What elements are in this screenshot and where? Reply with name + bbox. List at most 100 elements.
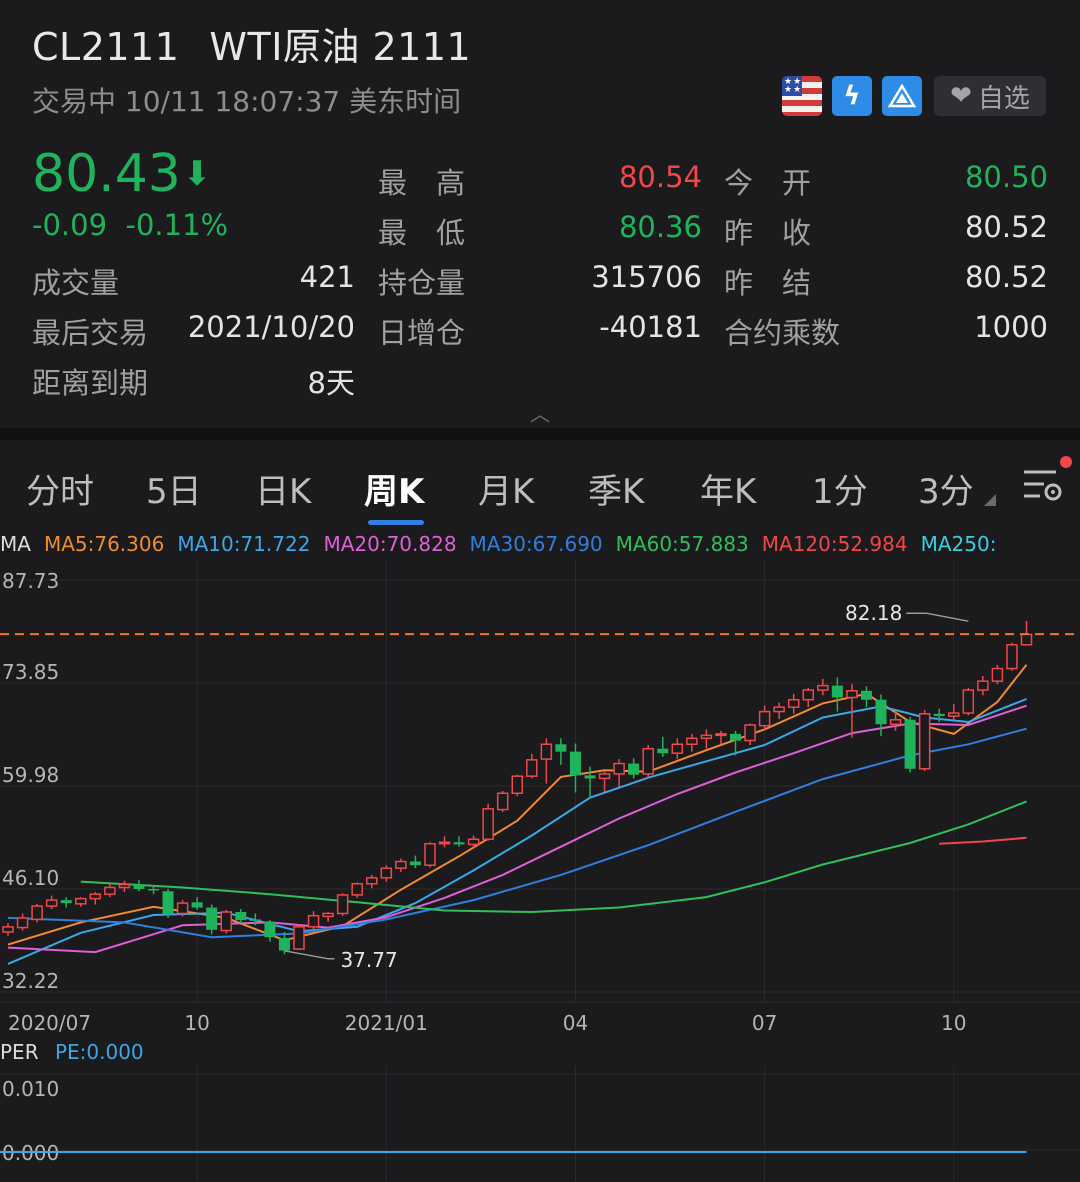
candle <box>438 836 451 848</box>
oi-change-label: 日增仓 <box>378 316 466 350</box>
candle-body <box>89 893 102 900</box>
candle-body <box>235 911 247 921</box>
open-label: 今 开 <box>724 166 812 200</box>
candle-body <box>162 891 174 915</box>
ma-legend-item: MA10:71.722 <box>177 532 311 556</box>
candle-body <box>104 886 116 895</box>
heart-icon: ❤ <box>950 81 972 111</box>
candle-body <box>889 719 902 725</box>
candle-body <box>918 713 931 770</box>
candle <box>395 858 407 872</box>
y-tick-label: 32.22 <box>2 969 59 993</box>
notification-dot <box>1060 456 1072 468</box>
ma-legend-item: MA5:76.306 <box>43 532 165 556</box>
price-change: -0.09 -0.11% <box>32 208 229 242</box>
candle-body <box>220 911 232 932</box>
x-tick-label: 07 <box>752 1011 777 1035</box>
candle <box>555 738 567 766</box>
x-tick-label: 04 <box>563 1011 588 1035</box>
ma-legend-item: MA20:70.828 <box>323 532 457 556</box>
candle <box>336 893 349 916</box>
candle-body <box>351 883 363 896</box>
candle <box>162 888 174 918</box>
period-tabs: 分时 5日 日K 周K 月K 季K 年K 1分 3分 <box>0 440 1080 532</box>
tab-intraday[interactable]: 分时 <box>26 464 94 513</box>
candle <box>773 702 785 720</box>
tab-quarterly-k[interactable]: 季K <box>588 464 644 513</box>
chart-settings-icon[interactable] <box>1020 462 1064 506</box>
prev-settle-value: 80.52 <box>964 260 1048 294</box>
candle <box>380 865 393 882</box>
candle <box>802 687 814 708</box>
candle <box>366 874 378 889</box>
candle <box>671 738 684 760</box>
candle-body <box>715 733 727 737</box>
candle-body <box>380 867 393 879</box>
prev-close-label: 昨 收 <box>724 216 812 250</box>
candle-body <box>831 685 843 698</box>
multiplier-label: 合约乘数 <box>724 316 841 350</box>
down-arrow-icon: ⬇ <box>182 154 212 194</box>
active-tab-indicator <box>368 520 424 525</box>
section-divider <box>0 428 1080 440</box>
candle-body <box>16 917 29 929</box>
open-interest-label: 持仓量 <box>378 266 466 300</box>
kline-chart[interactable]: 87.73 73.85 59.98 46.10 32.22 2020/07 10 2021/0… <box>0 560 1080 1040</box>
candle-body <box>118 883 131 889</box>
candle-body <box>366 877 378 885</box>
candle <box>962 687 975 716</box>
candle-body <box>555 744 567 752</box>
candle <box>744 723 756 745</box>
ma-legend-item: MA250: <box>920 532 997 556</box>
open-value: 80.50 <box>964 160 1048 194</box>
per-indicator-chart: 0.0100.000 <box>0 1066 1080 1182</box>
ma-legend-item: MA <box>0 532 31 556</box>
more-periods-icon[interactable] <box>984 494 996 506</box>
candle-body <box>496 792 509 811</box>
candle <box>700 729 713 749</box>
tab-yearly-k[interactable]: 年K <box>700 464 756 513</box>
tab-1min[interactable]: 1分 <box>812 464 868 513</box>
tab-3min[interactable]: 3分 <box>918 464 974 513</box>
candle-body <box>598 773 611 780</box>
candle <box>118 880 131 892</box>
last-trade-label: 最后交易 <box>32 316 149 350</box>
ma-line-ma60 <box>80 800 1027 914</box>
tab-monthly-k[interactable]: 月K <box>478 464 534 513</box>
us-flag-icon: ★★ ★★ <box>782 76 822 116</box>
candle <box>60 897 72 908</box>
candle <box>569 743 581 793</box>
candle <box>482 803 494 841</box>
candle-body <box>278 937 290 951</box>
tab-5day[interactable]: 5日 <box>146 464 202 513</box>
candle <box>948 704 960 720</box>
ma-legend-item: MA60:57.883 <box>615 532 749 556</box>
y-tick-label: 59.98 <box>2 763 59 787</box>
watchlist-button[interactable]: ❤ 自选 <box>934 76 1046 116</box>
candle <box>264 920 276 942</box>
candle <box>351 882 363 898</box>
candle-body <box>904 719 916 769</box>
candle <box>715 730 727 745</box>
candle-body <box>787 698 800 708</box>
low-label: 最 低 <box>378 216 466 250</box>
candle-body <box>948 712 960 717</box>
expiry-label: 距离到期 <box>32 366 149 400</box>
lightning-icon[interactable]: ϟ <box>832 76 872 116</box>
candle-body <box>336 894 349 915</box>
annotation-label: 82.18 <box>845 601 902 625</box>
level2-pyramid-icon[interactable] <box>882 76 922 116</box>
tab-weekly-k[interactable]: 周K <box>364 464 424 513</box>
candle <box>657 736 669 757</box>
collapse-chevron-icon[interactable]: ︿ <box>530 398 550 427</box>
candle <box>613 759 625 788</box>
trading-status: 交易中 10/11 18:07:37 美东时间 <box>32 85 462 118</box>
candle-body <box>962 689 975 714</box>
tab-daily-k[interactable]: 日K <box>255 464 311 513</box>
x-tick-label: 10 <box>941 1011 966 1035</box>
candle-body <box>133 884 145 889</box>
candle-body <box>2 926 14 933</box>
candle <box>424 842 436 868</box>
ma-line-ma10 <box>7 698 1027 965</box>
candle <box>686 733 698 752</box>
